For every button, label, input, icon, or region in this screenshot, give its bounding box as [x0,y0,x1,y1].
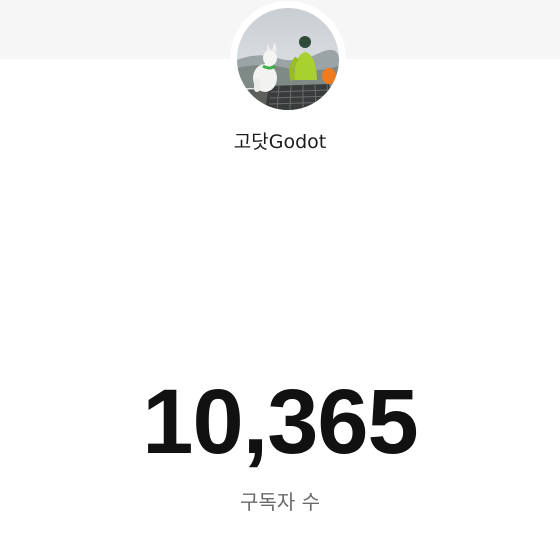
avatar-photo [237,8,339,110]
subscriber-counter-page: 고닷Godot 10,365 구독자 수 [0,0,560,560]
channel-avatar[interactable] [237,8,339,110]
subscriber-count-label: 구독자 수 [240,490,320,514]
subscriber-count: 10,365 [142,371,418,473]
channel-name: 고닷Godot [233,131,327,153]
